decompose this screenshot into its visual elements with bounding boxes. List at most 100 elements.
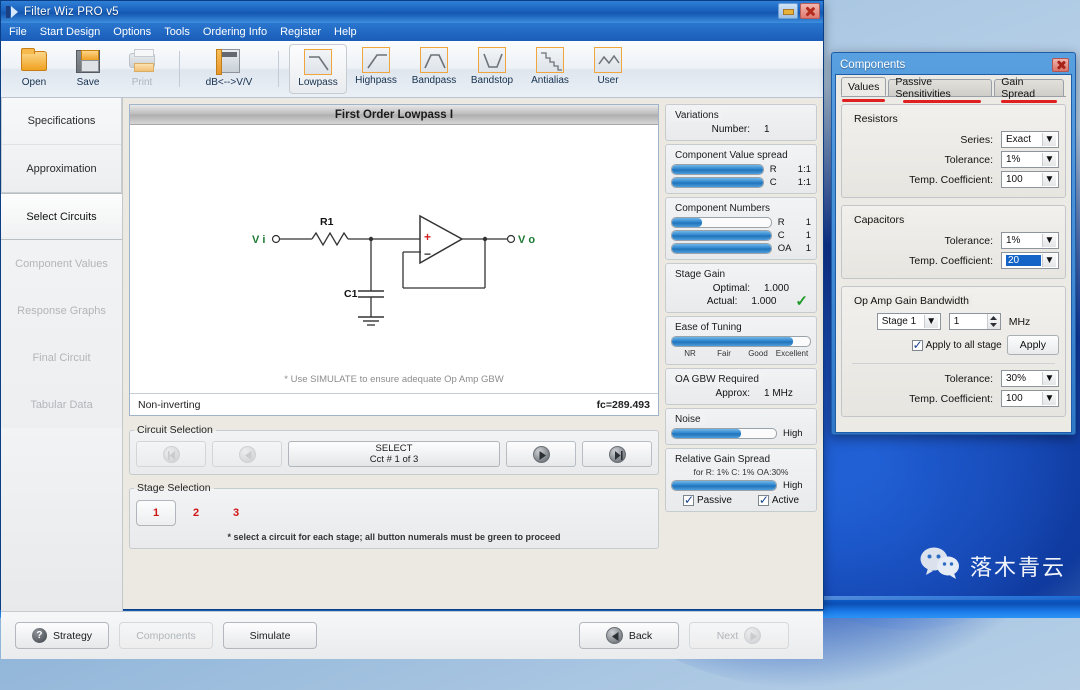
tab-values-label: Values xyxy=(848,81,879,93)
last-circuit-button[interactable] xyxy=(582,441,652,467)
opamp-tolerance-combo[interactable]: 30% ▼ xyxy=(1001,370,1059,387)
sidebar-item-component-values-label: Component Values xyxy=(15,258,108,270)
components-tabs: Values Passive Sensitivities Gain Spread xyxy=(841,78,1066,97)
minimize-button[interactable] xyxy=(778,3,798,19)
ease-scale-excellent: Excellent xyxy=(775,349,809,358)
capacitors-tempco-combo[interactable]: 20 ▼ xyxy=(1001,252,1059,269)
resistors-series-combo[interactable]: Exact ▼ xyxy=(1001,131,1059,148)
svg-text:−: − xyxy=(424,247,431,261)
floppy-disk-icon xyxy=(73,47,103,75)
tab-passive-sensitivities[interactable]: Passive Sensitivities xyxy=(888,79,992,96)
opamp-gbw-spinner[interactable]: 1 xyxy=(949,313,1001,330)
ease-of-tuning-bar-row xyxy=(666,335,816,348)
toolbar-db-converter[interactable]: dB<-->V/V xyxy=(190,43,268,95)
tab-values[interactable]: Values xyxy=(841,77,886,96)
apply-button[interactable]: Apply xyxy=(1007,335,1059,355)
resistors-tolerance-row: Tolerance: 1% ▼ xyxy=(848,151,1059,168)
gbw-approx-label: Approx: xyxy=(674,388,764,399)
toolbar-highpass-label: Highpass xyxy=(355,75,397,86)
variations-number-label: Number: xyxy=(674,124,764,135)
app-window: Filter Wiz PRO v5 File Start Design Opti… xyxy=(0,0,824,610)
passive-checkbox[interactable]: Passive xyxy=(683,495,732,506)
variations-number-row: Number: 1 xyxy=(666,123,816,136)
components-dialog-close-icon[interactable] xyxy=(1052,58,1069,72)
opamp-tempco-combo[interactable]: 100 ▼ xyxy=(1001,390,1059,407)
menu-ordering-info[interactable]: Ordering Info xyxy=(203,26,267,38)
capacitors-group: Capacitors Tolerance: 1% ▼ Temp. Coeffic… xyxy=(841,205,1066,279)
chevron-down-icon: ▼ xyxy=(1042,372,1056,385)
toolbar-open[interactable]: Open xyxy=(7,43,61,95)
stage-button-3-label: 3 xyxy=(233,507,239,519)
strategy-button[interactable]: ? Strategy xyxy=(15,622,109,649)
first-circuit-button[interactable] xyxy=(136,441,206,467)
toolbar-separator-2 xyxy=(278,51,279,87)
next-circuit-button[interactable] xyxy=(506,441,576,467)
previous-circuit-button[interactable] xyxy=(212,441,282,467)
sidebar-item-final-circuit-label: Final Circuit xyxy=(32,352,90,364)
close-button[interactable] xyxy=(800,3,820,19)
toolbar-highpass[interactable]: Highpass xyxy=(347,43,405,95)
menu-file[interactable]: File xyxy=(9,26,27,38)
menu-help[interactable]: Help xyxy=(334,26,357,38)
stage-button-2-label: 2 xyxy=(193,507,199,519)
stage-button-3[interactable]: 3 xyxy=(216,507,256,519)
annotation-underline-gain xyxy=(1001,100,1057,103)
sidebar-item-approximation-label: Approximation xyxy=(26,163,96,175)
value-spread-row-c: C 1:1 xyxy=(666,176,816,189)
toolbar-antialias-label: Antialias xyxy=(531,75,569,86)
value-spread-name-r: R xyxy=(770,164,792,175)
circuit-canvas[interactable]: V i R1 C1 xyxy=(130,125,658,393)
circuit-type-label: Non-inverting xyxy=(138,399,200,411)
tab-gain-spread[interactable]: Gain Spread xyxy=(994,79,1064,96)
svg-text:R1: R1 xyxy=(320,216,334,228)
toolbar-save[interactable]: Save xyxy=(61,43,115,95)
toolbar-antialias[interactable]: Antialias xyxy=(521,43,579,95)
select-circuit-button[interactable]: SELECT Cct # 1 of 3 xyxy=(288,441,500,467)
capacitors-tempco-row: Temp. Coefficient: 20 ▼ xyxy=(848,252,1059,269)
back-button[interactable]: Back xyxy=(579,622,679,649)
component-numbers-name-oa: OA xyxy=(778,243,800,254)
user-curve-icon xyxy=(594,47,622,73)
passive-checkbox-box xyxy=(683,495,694,506)
sidebar-item-select-circuits-label: Select Circuits xyxy=(26,211,96,223)
circuit-status-bar: Non-inverting fc=289.493 xyxy=(130,393,658,415)
noise-rating: High xyxy=(783,428,811,439)
circuit-schematic: V i R1 C1 xyxy=(130,125,650,393)
capacitors-tolerance-row: Tolerance: 1% ▼ xyxy=(848,232,1059,249)
toolbar-bandstop[interactable]: Bandstop xyxy=(463,43,521,95)
resistors-tolerance-combo[interactable]: 1% ▼ xyxy=(1001,151,1059,168)
skip-forward-icon xyxy=(609,446,626,463)
toolbar-separator-1 xyxy=(179,51,180,87)
active-checkbox[interactable]: Active xyxy=(758,495,799,506)
capacitors-tolerance-combo[interactable]: 1% ▼ xyxy=(1001,232,1059,249)
sidebar-item-specifications[interactable]: Specifications xyxy=(2,98,121,145)
component-numbers-row-r: R 1 xyxy=(666,216,816,229)
menu-register[interactable]: Register xyxy=(280,26,321,38)
components-button[interactable]: Components xyxy=(119,622,213,649)
menu-start-design[interactable]: Start Design xyxy=(40,26,101,38)
simulate-button[interactable]: Simulate xyxy=(223,622,317,649)
menu-tools[interactable]: Tools xyxy=(164,26,190,38)
noise-group: Noise High xyxy=(665,408,817,445)
components-button-label: Components xyxy=(136,630,196,642)
toolbar-lowpass[interactable]: Lowpass xyxy=(289,44,347,94)
toolbar-bandpass[interactable]: Bandpass xyxy=(405,43,463,95)
opamp-tolerance-value: 30% xyxy=(1006,373,1026,384)
toolbar-user[interactable]: User xyxy=(579,43,637,95)
opamp-stage-combo[interactable]: Stage 1 ▼ xyxy=(877,313,941,330)
sidebar-item-approximation[interactable]: Approximation xyxy=(2,145,121,192)
resistors-group: Resistors Series: Exact ▼ Tolerance: 1% … xyxy=(841,104,1066,198)
sidebar-item-specifications-label: Specifications xyxy=(28,115,96,127)
next-button: Next xyxy=(689,622,789,649)
apply-to-all-stages-checkbox[interactable]: Apply to all stage xyxy=(912,340,1002,351)
back-button-label: Back xyxy=(629,630,652,642)
resistors-tempco-combo[interactable]: 100 ▼ xyxy=(1001,171,1059,188)
chevron-down-icon: ▼ xyxy=(1042,173,1056,186)
ease-of-tuning-legend: Ease of Tuning xyxy=(671,322,746,333)
menu-options[interactable]: Options xyxy=(113,26,151,38)
stage-button-2[interactable]: 2 xyxy=(176,507,216,519)
stage-button-1[interactable]: 1 xyxy=(136,500,176,526)
sidebar-item-select-circuits[interactable]: Select Circuits xyxy=(1,193,122,240)
sidebar-item-final-circuit: Final Circuit xyxy=(1,334,122,381)
printer-icon xyxy=(127,47,157,75)
